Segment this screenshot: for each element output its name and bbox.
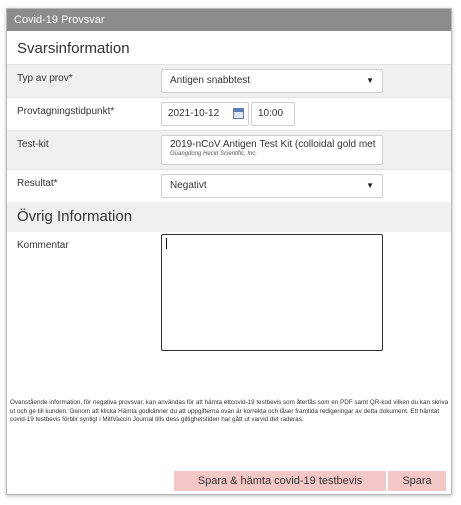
testbevis-notice: Ovanstående information, för negativa pr… <box>10 399 449 424</box>
test-kit-field[interactable]: 2019-nCoV Antigen Test Kit (colloidal go… <box>161 135 383 165</box>
calendar-icon[interactable] <box>233 108 244 119</box>
comment-textarea[interactable] <box>161 234 383 351</box>
test-type-select[interactable]: Antigen snabbtest ▼ <box>161 69 383 93</box>
row-test-kit: Test-kit 2019-nCoV Antigen Test Kit (col… <box>7 130 451 169</box>
row-test-type: Typ av prov* Antigen snabbtest ▼ <box>7 64 451 97</box>
covid-result-dialog: Covid-19 Provsvar Svarsinformation Typ a… <box>6 8 452 495</box>
result-label: Resultat* <box>17 178 58 189</box>
chevron-down-icon: ▼ <box>366 181 374 190</box>
chevron-down-icon: ▼ <box>366 76 374 85</box>
test-kit-maker: Guangdong Hecin Scientific, Inc. <box>170 151 258 157</box>
section-heading-svarsinformation: Svarsinformation <box>7 34 451 64</box>
comment-label: Kommentar <box>17 240 69 251</box>
result-value: Negativt <box>170 180 207 191</box>
sampling-date-value: 2021-10-12 <box>168 108 220 119</box>
test-kit-name: 2019-nCoV Antigen Test Kit (colloidal go… <box>170 139 376 150</box>
text-cursor <box>166 238 167 249</box>
row-comment: Kommentar <box>7 232 451 355</box>
save-and-fetch-certificate-button[interactable]: Spara & hämta covid-19 testbevis <box>174 471 386 491</box>
test-type-value: Antigen snabbtest <box>170 75 251 86</box>
sampling-time-label: Provtagningstidpunkt* <box>17 106 115 117</box>
dialog-title: Covid-19 Provsvar <box>7 9 451 31</box>
section-heading-ovrig-information: Övrig Information <box>7 202 451 232</box>
sampling-date-input[interactable]: 2021-10-12 <box>161 102 249 126</box>
sampling-time-input[interactable]: 10:00 <box>251 102 295 126</box>
test-type-label: Typ av prov* <box>17 73 73 84</box>
test-kit-label: Test-kit <box>17 139 49 150</box>
row-result: Resultat* Negativt ▼ <box>7 169 451 202</box>
action-bar: Spara & hämta covid-19 testbevis Spara <box>7 471 451 491</box>
save-button[interactable]: Spara <box>388 471 446 491</box>
result-select[interactable]: Negativt ▼ <box>161 174 383 198</box>
row-sampling-time: Provtagningstidpunkt* 2021-10-12 10:00 <box>7 97 451 130</box>
